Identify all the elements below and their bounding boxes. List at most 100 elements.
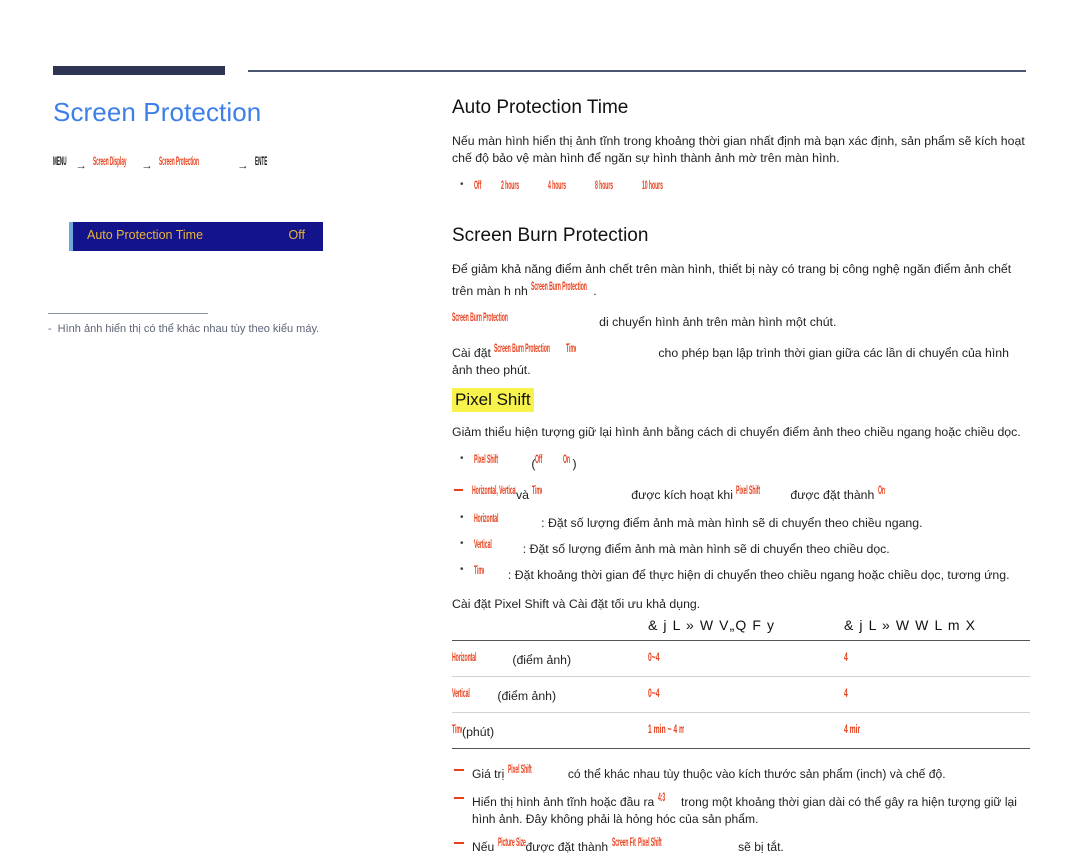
burn-protection-paragraph-2: Screen Burn Protection di chuyển hình ản… [452, 309, 1030, 331]
breadcrumb-arrow-1: → [75, 160, 87, 172]
footnotes: Giá trị Pixel Shift có thể khác nhau tùy… [452, 761, 1030, 856]
row-vertical-label: Vertical (điểm ảnh) [452, 676, 648, 713]
pixel-shift-settings-table: & j L » W V„Q F y & j L » W W L m X Hori… [452, 617, 1030, 749]
pixel-shift-toggle-item: Pixel Shift (Off On) [452, 450, 1030, 473]
item-vertical-desc: : Đặt số lượng điểm ảnh mà màn hình sẽ d… [522, 542, 890, 556]
breadcrumb-screen-display: Screen Display [92, 156, 127, 168]
row-vertical-unit: (điểm ảnh) [497, 689, 557, 703]
footnote-3-term3: Pixel Shift [637, 835, 662, 849]
pixel-shift-paragraph: Giảm thiểu hiện tượng giữ lại hình ảnh b… [452, 425, 1021, 439]
option-4-hours: 4 hours [548, 178, 567, 192]
row-horizontal-available: 0~4 [648, 640, 844, 677]
footnote-3-after: sẽ bị tắt. [738, 840, 784, 854]
row-horizontal-available-value: 0~4 [648, 650, 660, 664]
footnote-3-before: Nếu [472, 840, 498, 854]
footnote-1-after: có thể khác nhau tùy thuộc vào kích thướ… [567, 767, 946, 781]
table-row: Vertical (điểm ảnh) 0~4 4 [452, 676, 1030, 713]
burn-p2-after: di chuyển hình ảnh trên màn hình một chú… [599, 315, 837, 329]
footnote-1: Giá trị Pixel Shift có thể khác nhau tùy… [452, 761, 1030, 783]
row-time-unit: (phút) [462, 725, 495, 739]
row-horizontal-term: Horizontal [452, 650, 477, 664]
table-header-blank [452, 617, 648, 641]
row-time-optimum-value: 4 min [844, 722, 860, 736]
footnote-3: Nếu Picture Sizeđược đặt thành Screen Fi… [452, 834, 1030, 856]
pixel-shift-item-horizontal: Horizontal : Đặt số lượng điểm ảnh mà mà… [452, 509, 1030, 532]
table-head: & j L » W V„Q F y & j L » W W L m X [452, 617, 1030, 641]
subnote-time-term: Time [532, 483, 542, 497]
breadcrumb-arrow-3: → [237, 160, 249, 172]
row-time-optimum: 4 min [844, 712, 1030, 749]
option-off: Off [474, 178, 482, 192]
pixel-shift-item-time: Time : Đặt khoảng thời gian để thực hiện… [452, 561, 1030, 584]
option-8-hours: 8 hours [595, 178, 614, 192]
row-horizontal-optimum-value: 4 [844, 650, 848, 664]
heading-pixel-shift: Pixel Shift [452, 388, 534, 412]
burn-p3-term2: Time [566, 341, 576, 355]
footnote-3-term2: Screen Fit [611, 835, 636, 849]
burn-p1-term: Screen Burn Protection [531, 279, 588, 293]
footnote-2-before: Hiển thị hình ảnh tĩnh hoặc đầu ra [472, 795, 658, 809]
auto-protection-options-list: Off 2 hours 4 hours 8 hours 10 hours [452, 176, 1030, 199]
subnote-terms: Horizontal, Vertical [472, 483, 516, 497]
footnote-2-term: 4:3 [657, 790, 665, 804]
item-time-desc: : Đặt khoảng thời gian để thực hiện di c… [507, 568, 1010, 582]
burn-p2-term: Screen Burn Protection [452, 310, 508, 324]
subnote-on-term: On [877, 483, 885, 497]
osd-item-label: Auto Protection Time [87, 228, 204, 242]
row-vertical-term: Vertical [452, 686, 470, 700]
left-column: Screen Protection MENU → Screen Display … [53, 95, 393, 173]
item-vertical-term: Vertical [474, 537, 492, 551]
auto-protection-options-item: Off 2 hours 4 hours 8 hours 10 hours [452, 176, 1030, 199]
option-2-hours: 2 hours [501, 178, 520, 192]
page-title: Screen Protection [53, 97, 262, 127]
manual-page: Screen Protection MENU → Screen Display … [0, 0, 1080, 854]
left-note-divider [48, 313, 208, 314]
row-time-available: 1 min ~ 4 min [648, 712, 844, 749]
table-header-optimum: & j L » W W L m X [844, 617, 977, 633]
row-vertical-available-value: 0~4 [648, 686, 660, 700]
osd-menu-preview: Auto Protection Time Off [69, 222, 323, 251]
subnote-tail: được đặt thành [790, 488, 875, 502]
row-horizontal-optimum: 4 [844, 640, 1030, 677]
row-vertical-optimum-value: 4 [844, 686, 848, 700]
burn-p3-before: Cài đặt [452, 346, 495, 360]
table-header-available: & j L » W V„Q F y [648, 617, 776, 633]
right-column: Auto Protection Time Nếu màn hình hiển t… [452, 96, 1030, 862]
option-10-hours: 10 hours [642, 178, 664, 192]
table-caption: Cài đặt Pixel Shift và Cài đặt tối ưu kh… [452, 597, 701, 611]
table-row: Horizontal (điểm ảnh) 0~4 4 [452, 640, 1030, 677]
row-time-available-value: 1 min ~ 4 min [648, 722, 684, 736]
subnote-and: và [516, 488, 529, 502]
table-body: Horizontal (điểm ảnh) 0~4 4 Vertical (đi… [452, 640, 1030, 749]
heading-screen-burn-protection: Screen Burn Protection [452, 225, 649, 246]
pixel-shift-term: Pixel Shift [474, 452, 499, 466]
left-footnote-dash: - [48, 323, 52, 335]
row-time-term: Time [452, 722, 462, 736]
page-header-rules [0, 0, 1080, 90]
pixel-shift-item-vertical: Vertical : Đặt số lượng điểm ảnh mà màn … [452, 535, 1030, 558]
table-row: Time(phút) 1 min ~ 4 min 4 min [452, 712, 1030, 749]
row-horizontal-unit: (điểm ảnh) [512, 653, 572, 667]
header-rule-thin [248, 70, 1026, 72]
footnote-3-term: Picture Size [497, 835, 526, 849]
pixel-shift-off: Off [535, 452, 543, 466]
burn-p3-term: Screen Burn Protection [494, 341, 551, 355]
table-header-row: & j L » W V„Q F y & j L » W W L m X [452, 617, 1030, 641]
footnote-1-before: Giá trị [472, 767, 508, 781]
item-horizontal-term: Horizontal [474, 511, 499, 525]
left-footnote-text: Hình ảnh hiển thị có thể khác nhau tùy t… [57, 323, 320, 335]
burn-protection-paragraph-3: Cài đặt Screen Burn ProtectionTime cho p… [452, 340, 1030, 379]
breadcrumb-enter: ENTER [254, 156, 267, 168]
row-time-label: Time(phút) [452, 712, 648, 749]
row-vertical-optimum: 4 [844, 676, 1030, 713]
row-horizontal-label: Horizontal (điểm ảnh) [452, 640, 648, 677]
pixel-shift-on: On [562, 452, 570, 466]
item-time-term: Time [474, 563, 484, 577]
breadcrumb-arrow-2: → [141, 160, 153, 172]
burn-p1-after: . [593, 284, 597, 298]
osd-item-value: Off [288, 228, 305, 242]
footnote-3-mid: được đặt thành [525, 840, 612, 854]
pixel-shift-paren-close: ) [572, 457, 577, 471]
pixel-shift-items-list: Horizontal : Đặt số lượng điểm ảnh mà mà… [452, 509, 1030, 584]
